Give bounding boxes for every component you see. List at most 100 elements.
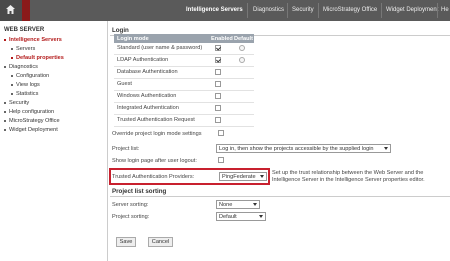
login-mode-label: LDAP Authentication xyxy=(117,57,169,63)
sidebar-item-label: Configuration xyxy=(16,73,50,79)
enabled-checkbox[interactable] xyxy=(215,45,221,51)
project-sorting-value: Default xyxy=(219,214,237,220)
default-radio[interactable] xyxy=(239,45,245,51)
sidebar-item-microstrategy-office[interactable]: MicroStrategy Office xyxy=(4,118,60,124)
show-login-page-label: Show login page after user logout: xyxy=(112,158,197,164)
login-mode-table-header: Login mode Enabled Default xyxy=(114,34,254,43)
sidebar-item-label: Statistics xyxy=(16,91,39,97)
enabled-checkbox[interactable] xyxy=(215,69,221,75)
brand-stripe xyxy=(22,0,30,21)
nav-divider xyxy=(287,3,288,18)
bullet-icon xyxy=(4,110,6,113)
sidebar-item-label: Help configuration xyxy=(9,109,55,115)
home-button[interactable] xyxy=(0,0,22,21)
sidebar-item-label: Diagnostics xyxy=(9,64,38,70)
sidebar-item-view-logs[interactable]: View logs xyxy=(11,82,40,88)
nav-diagnostics[interactable]: Diagnostics xyxy=(253,7,284,13)
override-login-mode-checkbox[interactable] xyxy=(218,130,224,136)
enabled-checkbox[interactable] xyxy=(215,117,221,123)
column-enabled: Enabled xyxy=(211,35,233,42)
show-login-page-checkbox[interactable] xyxy=(218,157,224,163)
bullet-icon xyxy=(4,101,6,104)
home-icon xyxy=(6,5,15,14)
bullet-icon xyxy=(4,119,6,122)
project-list-select[interactable]: Log in, then show the projects accessibl… xyxy=(216,144,391,153)
bullet-icon xyxy=(4,128,6,131)
sidebar-item-help-configuration[interactable]: Help configuration xyxy=(4,109,54,115)
column-default: Default xyxy=(234,35,253,42)
sidebar-item-security[interactable]: Security xyxy=(4,100,29,106)
nav-intelligence-servers[interactable]: Intelligence Servers xyxy=(186,7,243,13)
sidebar-item-default-properties[interactable]: Default properties xyxy=(11,55,64,61)
enabled-checkbox[interactable] xyxy=(215,57,221,63)
cancel-button[interactable]: Cancel xyxy=(148,237,173,247)
project-sorting-select[interactable]: Default xyxy=(216,212,266,221)
sidebar-item-label: Default properties xyxy=(16,55,64,61)
login-mode-label: Standard (user name & password) xyxy=(117,45,203,51)
table-row: Trusted Authentication Request xyxy=(114,115,254,127)
nav-divider xyxy=(318,3,319,18)
column-login-mode: Login mode xyxy=(117,35,149,42)
table-row: LDAP Authentication xyxy=(114,55,254,67)
server-sorting-label: Server sorting: xyxy=(112,202,149,208)
trusted-auth-providers-select[interactable]: PingFederate xyxy=(219,172,267,181)
bullet-icon xyxy=(11,92,13,95)
server-sorting-value: None xyxy=(219,202,233,208)
sidebar-item-label: MicroStrategy Office xyxy=(9,118,60,124)
sidebar-item-intelligence-servers[interactable]: Intelligence Servers xyxy=(4,37,62,43)
bullet-icon xyxy=(11,56,13,59)
enabled-checkbox[interactable] xyxy=(215,93,221,99)
nav-help[interactable]: He xyxy=(441,7,449,13)
trusted-auth-providers-value: PingFederate xyxy=(222,174,256,180)
default-radio[interactable] xyxy=(239,57,245,63)
sidebar: WEB SERVER Intelligence Servers Servers … xyxy=(0,21,108,261)
login-mode-label: Trusted Authentication Request xyxy=(117,117,195,123)
login-mode-label: Database Authentication xyxy=(117,69,178,75)
trusted-auth-providers-label: Trusted Authentication Providers: xyxy=(112,174,195,180)
top-navigation-bar: Intelligence Servers Diagnostics Securit… xyxy=(0,0,450,21)
project-list-sorting-title: Project list sorting xyxy=(112,188,167,195)
sidebar-item-label: Servers xyxy=(16,46,36,52)
sidebar-item-label: Intelligence Servers xyxy=(9,37,62,43)
bullet-icon xyxy=(11,47,13,50)
bullet-icon xyxy=(4,65,6,68)
login-mode-label: Guest xyxy=(117,81,132,87)
nav-security[interactable]: Security xyxy=(292,7,314,13)
table-row: Guest xyxy=(114,79,254,91)
enabled-checkbox[interactable] xyxy=(215,105,221,111)
main-content: Login Login mode Enabled Default Standar… xyxy=(108,21,450,261)
chevron-down-icon xyxy=(384,147,388,150)
login-mode-label: Integrated Authentication xyxy=(117,105,179,111)
table-row: Standard (user name & password) xyxy=(114,43,254,55)
bullet-icon xyxy=(11,83,13,86)
sidebar-item-diagnostics[interactable]: Diagnostics xyxy=(4,64,38,70)
save-button[interactable]: Save xyxy=(116,237,136,247)
trusted-auth-note: Set up the trust relationship between th… xyxy=(272,170,425,183)
override-login-mode-label: Override project login mode settings xyxy=(112,131,202,137)
table-row: Windows Authentication xyxy=(114,91,254,103)
sidebar-item-label: Widget Deployment xyxy=(9,127,58,133)
nav-divider xyxy=(247,3,248,18)
login-mode-label: Windows Authentication xyxy=(117,93,177,99)
nav-microstrategy-office[interactable]: MicroStrategy Office xyxy=(323,7,377,13)
nav-divider xyxy=(437,3,438,18)
nav-widget-deployment[interactable]: Widget Deployment xyxy=(386,7,438,13)
bullet-icon xyxy=(11,74,13,77)
sidebar-heading: WEB SERVER xyxy=(4,27,45,33)
project-sorting-label: Project sorting: xyxy=(112,214,150,220)
sidebar-item-label: Security xyxy=(9,100,30,106)
chevron-down-icon xyxy=(253,203,257,206)
nav-divider xyxy=(381,3,382,18)
table-row: Database Authentication xyxy=(114,67,254,79)
bullet-icon xyxy=(4,38,6,41)
server-sorting-select[interactable]: None xyxy=(216,200,260,209)
sidebar-item-widget-deployment[interactable]: Widget Deployment xyxy=(4,127,58,133)
chevron-down-icon xyxy=(259,215,263,218)
chevron-down-icon xyxy=(260,175,264,178)
sidebar-item-label: View logs xyxy=(16,82,40,88)
project-list-value: Log in, then show the projects accessibl… xyxy=(219,146,374,152)
sidebar-item-servers[interactable]: Servers xyxy=(11,46,35,52)
sidebar-item-configuration[interactable]: Configuration xyxy=(11,73,49,79)
sidebar-item-statistics[interactable]: Statistics xyxy=(11,91,38,97)
enabled-checkbox[interactable] xyxy=(215,81,221,87)
